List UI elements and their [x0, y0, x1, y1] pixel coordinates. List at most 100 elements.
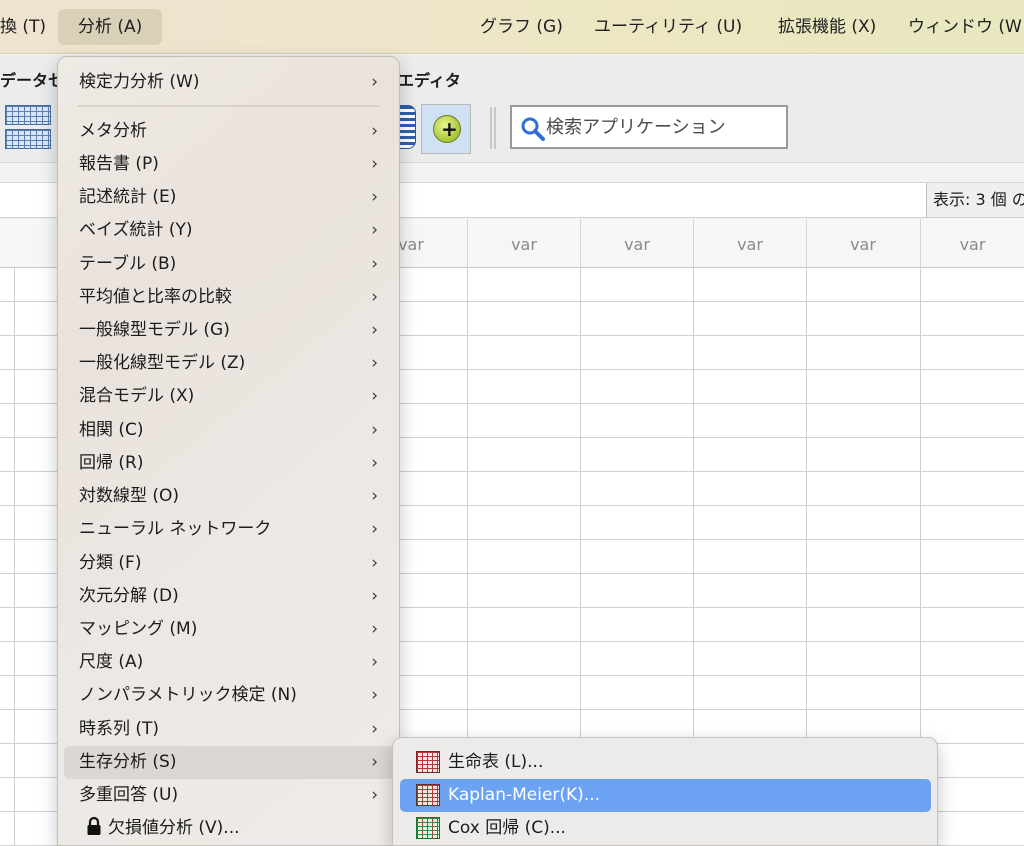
grid-line	[14, 268, 15, 846]
menu-item-label: 回帰 (R)	[79, 453, 144, 473]
variable-count-label: 表示: 3 個 の	[926, 183, 1024, 217]
menu-analyze[interactable]: 分析 (A)	[58, 9, 163, 45]
menu-item-label: 多重回答 (U)	[79, 785, 179, 805]
menu-item-time-series[interactable]: 時系列 (T) ›	[64, 713, 394, 746]
menu-item-label: 検定力分析 (W)	[79, 72, 200, 92]
submenu-item-label: Cox 回帰 (C)...	[448, 818, 566, 838]
menu-item-bayesian-statistics[interactable]: ベイズ統計 (Y) ›	[64, 214, 394, 247]
menu-item-label: ニューラル ネットワーク	[79, 519, 272, 539]
chevron-right-icon: ›	[371, 420, 378, 440]
chevron-right-icon: ›	[371, 752, 378, 772]
menu-item-descriptive-statistics[interactable]: 記述統計 (E) ›	[64, 181, 394, 214]
menu-separator	[78, 105, 380, 107]
menu-item-mapping[interactable]: マッピング (M) ›	[64, 613, 394, 646]
window-title-left: データセ	[0, 71, 65, 90]
table-icon	[416, 751, 440, 773]
menu-item-correlate[interactable]: 相関 (C) ›	[64, 414, 394, 447]
chevron-right-icon: ›	[371, 72, 378, 92]
menu-item-meta-analysis[interactable]: メタ分析 ›	[64, 115, 394, 148]
chevron-right-icon: ›	[371, 719, 378, 739]
menu-item-label: 対数線型 (O)	[79, 486, 180, 506]
menu-item-label: 次元分解 (D)	[79, 586, 179, 606]
menu-item-label: 相関 (C)	[79, 420, 144, 440]
chevron-right-icon: ›	[371, 254, 378, 274]
chevron-right-icon: ›	[371, 619, 378, 639]
menu-item-neural-networks[interactable]: ニューラル ネットワーク ›	[64, 513, 394, 546]
lock-icon	[87, 816, 101, 835]
menu-item-label: メタ分析	[79, 121, 147, 141]
menu-item-multiple-response[interactable]: 多重回答 (U) ›	[64, 779, 394, 812]
menu-graphs[interactable]: グラフ (G)	[472, 9, 571, 45]
menu-item-tables[interactable]: テーブル (B) ›	[64, 248, 394, 281]
menu-transform[interactable]: 換 (T)	[0, 9, 54, 45]
table-icon	[416, 784, 440, 806]
survival-submenu: 生命表 (L)... Kaplan-Meier(K)... Cox 回帰 (C)…	[392, 737, 938, 846]
menu-item-label: 一般線型モデル (G)	[79, 320, 230, 340]
chevron-right-icon: ›	[371, 453, 378, 473]
chevron-right-icon: ›	[371, 386, 378, 406]
window-title-right: エディタ	[398, 71, 461, 90]
menu-item-scale[interactable]: 尺度 (A) ›	[64, 646, 394, 679]
menu-item-dimension-reduction[interactable]: 次元分解 (D) ›	[64, 580, 394, 613]
menu-item-nonparametric-tests[interactable]: ノンパラメトリック検定 (N) ›	[64, 679, 394, 712]
menu-item-label: 欠損値分析 (V)...	[108, 818, 240, 838]
column-header[interactable]: var	[920, 219, 1024, 268]
menu-item-label: 記述統計 (E)	[79, 187, 177, 207]
menu-item-label: 報告書 (P)	[79, 154, 159, 174]
menu-item-label: 平均値と比率の比較	[79, 287, 232, 307]
menu-item-power-analysis[interactable]: 検定力分析 (W) ›	[64, 66, 394, 99]
chevron-right-icon: ›	[371, 353, 378, 373]
menu-item-label: 分類 (F)	[79, 553, 142, 573]
submenu-item-label: Kaplan-Meier(K)...	[448, 785, 601, 805]
column-header[interactable]: var	[693, 219, 806, 268]
chevron-right-icon: ›	[371, 652, 378, 672]
menu-item-mixed-models[interactable]: 混合モデル (X) ›	[64, 380, 394, 413]
menu-bar: 換 (T) 分析 (A) グラフ (G) ユーティリティ (U) 拡張機能 (X…	[0, 0, 1024, 54]
menu-extensions[interactable]: 拡張機能 (X)	[770, 9, 884, 45]
submenu-item-life-tables[interactable]: 生命表 (L)...	[400, 746, 931, 779]
menu-item-label: 一般化線型モデル (Z)	[79, 353, 246, 373]
menu-item-classify[interactable]: 分類 (F) ›	[64, 547, 394, 580]
menu-utilities[interactable]: ユーティリティ (U)	[586, 9, 750, 45]
menu-item-label: 混合モデル (X)	[79, 386, 195, 406]
variable-view-icon[interactable]	[5, 129, 51, 149]
menu-item-survival[interactable]: 生存分析 (S) ›	[64, 746, 394, 779]
chevron-right-icon: ›	[371, 320, 378, 340]
column-header[interactable]: var	[806, 219, 919, 268]
search-icon	[521, 117, 545, 141]
chevron-right-icon: ›	[371, 553, 378, 573]
menu-item-label: ベイズ統計 (Y)	[79, 220, 193, 240]
submenu-item-kaplan-meier[interactable]: Kaplan-Meier(K)...	[400, 779, 931, 812]
menu-item-label: ノンパラメトリック検定 (N)	[79, 685, 297, 705]
menu-item-loglinear[interactable]: 対数線型 (O) ›	[64, 480, 394, 513]
add-extension-icon[interactable]: +	[421, 104, 471, 154]
menu-item-general-linear-model[interactable]: 一般線型モデル (G) ›	[64, 314, 394, 347]
menu-item-label: 時系列 (T)	[79, 719, 160, 739]
menu-item-label: テーブル (B)	[79, 254, 177, 274]
chevron-right-icon: ›	[371, 586, 378, 606]
menu-item-label: 生存分析 (S)	[79, 752, 177, 772]
menu-item-reports[interactable]: 報告書 (P) ›	[64, 148, 394, 181]
menu-item-label: マッピング (M)	[79, 619, 198, 639]
menu-item-regression[interactable]: 回帰 (R) ›	[64, 447, 394, 480]
document-icon[interactable]	[400, 105, 416, 149]
menu-item-missing-value-analysis[interactable]: 欠損値分析 (V)...	[64, 812, 394, 845]
chevron-right-icon: ›	[371, 121, 378, 141]
chevron-right-icon: ›	[371, 220, 378, 240]
cox-table-icon	[416, 817, 440, 839]
chevron-right-icon: ›	[371, 519, 378, 539]
analyze-menu: 検定力分析 (W) › メタ分析 › 報告書 (P) › 記述統計 (E) › ベイズ統…	[57, 56, 400, 846]
column-header[interactable]: var	[467, 219, 580, 268]
chevron-right-icon: ›	[371, 785, 378, 805]
column-header[interactable]: var	[580, 219, 693, 268]
menu-item-generalized-linear-model[interactable]: 一般化線型モデル (Z) ›	[64, 347, 394, 380]
menu-window[interactable]: ウィンドウ (W	[900, 9, 1024, 45]
submenu-item-cox-regression[interactable]: Cox 回帰 (C)...	[400, 812, 931, 845]
search-input[interactable]	[546, 112, 782, 142]
chevron-right-icon: ›	[371, 486, 378, 506]
search-box[interactable]	[510, 105, 788, 149]
data-view-icon[interactable]	[5, 105, 51, 125]
menu-item-compare-means[interactable]: 平均値と比率の比較 ›	[64, 281, 394, 314]
toolbar-separator	[490, 107, 496, 149]
chevron-right-icon: ›	[371, 187, 378, 207]
